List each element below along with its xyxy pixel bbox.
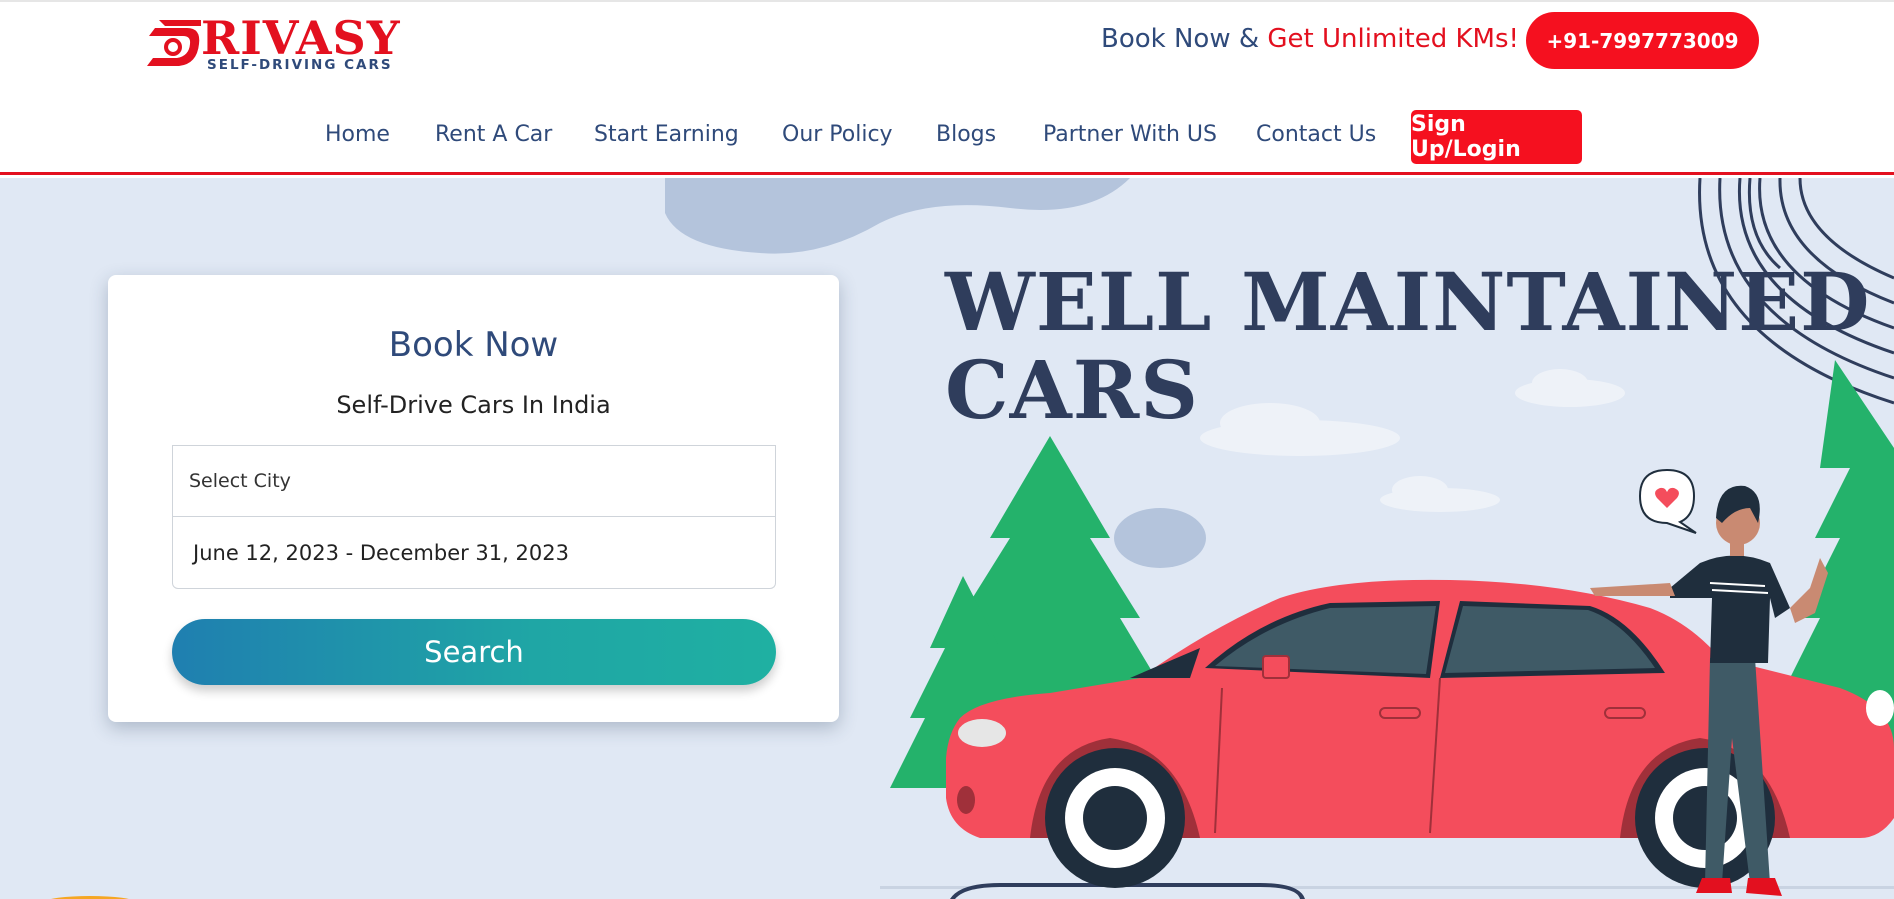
booking-subtitle: Self-Drive Cars In India: [336, 391, 611, 419]
nav-contact-us[interactable]: Contact Us: [1256, 122, 1376, 147]
booking-title: Book Now: [388, 325, 559, 365]
search-button[interactable]: Search: [172, 619, 776, 685]
nav-home[interactable]: Home: [325, 122, 390, 147]
promo-highlight: Get Unlimited KMs!: [1267, 24, 1519, 54]
nav-blogs[interactable]: Blogs: [936, 122, 996, 147]
hero-title-line2: CARS: [945, 343, 1199, 437]
site-header: RIVASY SELF-DRIVING CARS Book Now & Get …: [0, 0, 1894, 175]
promo-text: Book Now & Get Unlimited KMs!: [1101, 22, 1519, 56]
select-city-field[interactable]: Select City: [172, 445, 776, 517]
logo-mark-icon: [147, 20, 201, 66]
hero-title: WELL MAINTAINED CARS: [945, 258, 1870, 434]
phone-button[interactable]: +91-7997773009: [1526, 12, 1759, 69]
brand-tagline: SELF-DRIVING CARS: [207, 57, 393, 73]
hero-section: WELL MAINTAINED CARS Book Now Self-Drive…: [0, 178, 1894, 899]
brand-logo[interactable]: RIVASY SELF-DRIVING CARS: [145, 12, 400, 76]
nav-start-earning[interactable]: Start Earning: [594, 122, 739, 147]
nav-our-policy[interactable]: Our Policy: [782, 122, 893, 147]
date-range-field[interactable]: June 12, 2023 - December 31, 2023: [172, 517, 776, 589]
signup-login-button[interactable]: Sign Up/Login: [1411, 110, 1582, 164]
nav-partner-with-us[interactable]: Partner With US: [1043, 122, 1217, 147]
promo-prefix: Book Now &: [1101, 24, 1268, 54]
hero-title-line1: WELL MAINTAINED: [945, 255, 1871, 349]
booking-card: Book Now Self-Drive Cars In India Select…: [108, 275, 839, 722]
nav-rent-a-car[interactable]: Rent A Car: [435, 122, 552, 147]
main-nav: Home Rent A Car Start Earning Our Policy…: [0, 110, 1894, 164]
